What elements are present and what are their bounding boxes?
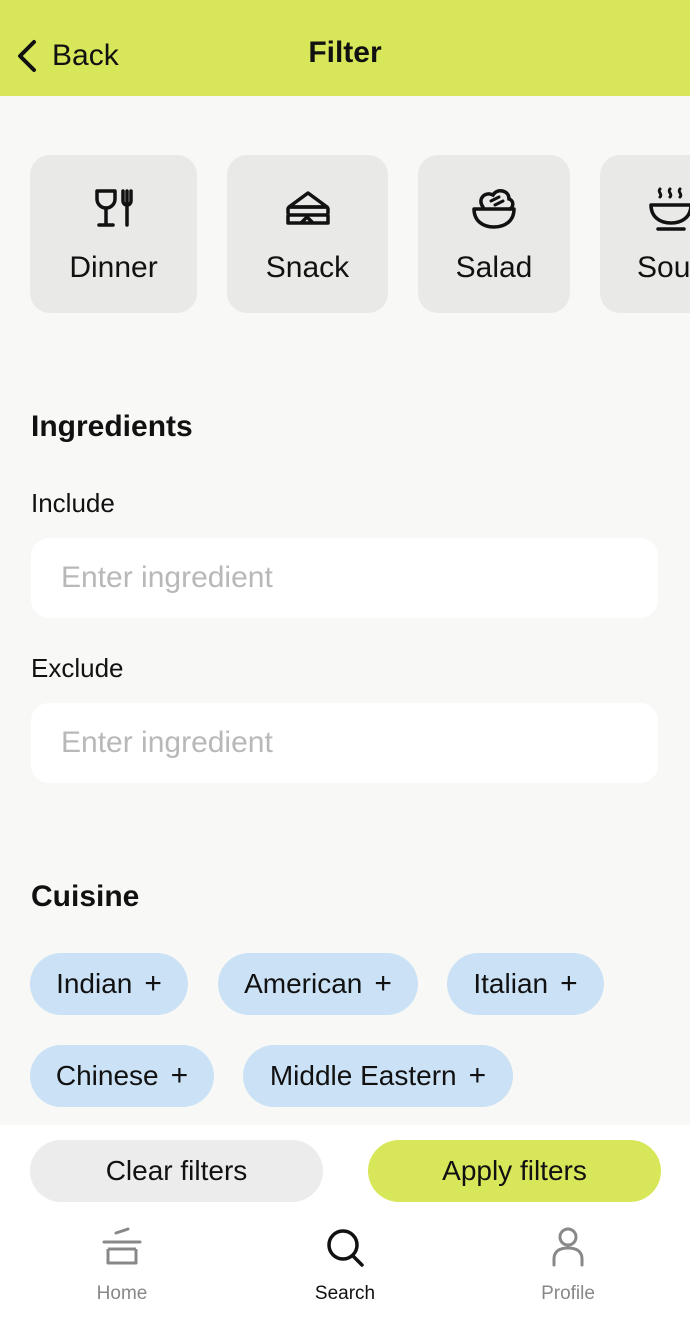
cuisine-heading: Cuisine — [31, 880, 140, 913]
soup-bowl-icon — [649, 187, 690, 231]
salad-bowl-icon — [472, 189, 516, 229]
page-title: Filter — [308, 36, 382, 69]
plus-icon: + — [560, 967, 578, 1000]
chip-label: Italian — [473, 968, 549, 999]
tab-profile[interactable]: Profile — [493, 1225, 643, 1315]
header-bar: Back Filter — [0, 0, 690, 96]
chip-label: Chinese — [55, 1060, 159, 1091]
category-card-snack[interactable]: Snack — [227, 155, 388, 313]
category-card-dinner[interactable]: Dinner — [30, 155, 197, 313]
ingredients-heading: Ingredients — [31, 410, 193, 443]
clear-filters-button[interactable]: Clear filters — [30, 1140, 323, 1202]
cuisine-chip-american[interactable]: American + — [218, 953, 418, 1015]
category-card-salad[interactable]: Salad — [418, 155, 570, 313]
cooking-pot-icon — [102, 1227, 142, 1265]
plus-icon: + — [468, 1059, 487, 1092]
include-ingredient-input[interactable] — [31, 538, 658, 618]
chip-label: American — [244, 968, 363, 999]
chip-label: Indian — [56, 968, 133, 999]
exclude-label: Exclude — [31, 653, 124, 683]
tab-search[interactable]: Search — [270, 1225, 420, 1315]
cuisine-chip-chinese[interactable]: Chinese + — [30, 1045, 214, 1107]
cuisine-chip-indian[interactable]: Indian + — [30, 953, 188, 1015]
plus-icon: + — [144, 967, 162, 1000]
user-icon — [552, 1227, 584, 1267]
category-label: Snack — [265, 251, 350, 284]
plus-icon: + — [170, 1059, 189, 1092]
wine-fork-icon — [94, 189, 133, 227]
tab-label: Search — [314, 1283, 376, 1304]
category-label: Salad — [455, 251, 533, 284]
cuisine-chip-italian[interactable]: Italian + — [447, 953, 604, 1015]
tab-home[interactable]: Home — [47, 1225, 197, 1315]
plus-icon: + — [374, 967, 392, 1000]
category-card-soup[interactable]: Soup — [600, 155, 690, 313]
chip-label: Middle Eastern — [269, 1060, 457, 1091]
tab-label: Home — [96, 1283, 148, 1304]
category-label: Dinner — [69, 251, 158, 284]
exclude-ingredient-input[interactable] — [31, 703, 658, 783]
apply-filters-button[interactable]: Apply filters — [368, 1140, 661, 1202]
include-label: Include — [31, 488, 115, 518]
tab-label: Profile — [541, 1283, 595, 1304]
search-icon — [327, 1229, 364, 1267]
cuisine-chip-middle-eastern[interactable]: Middle Eastern + — [243, 1045, 513, 1107]
category-carousel[interactable]: Dinner Snack Salad Sou — [0, 155, 690, 313]
category-label: Soup — [637, 251, 690, 284]
sandwich-icon — [285, 191, 330, 225]
